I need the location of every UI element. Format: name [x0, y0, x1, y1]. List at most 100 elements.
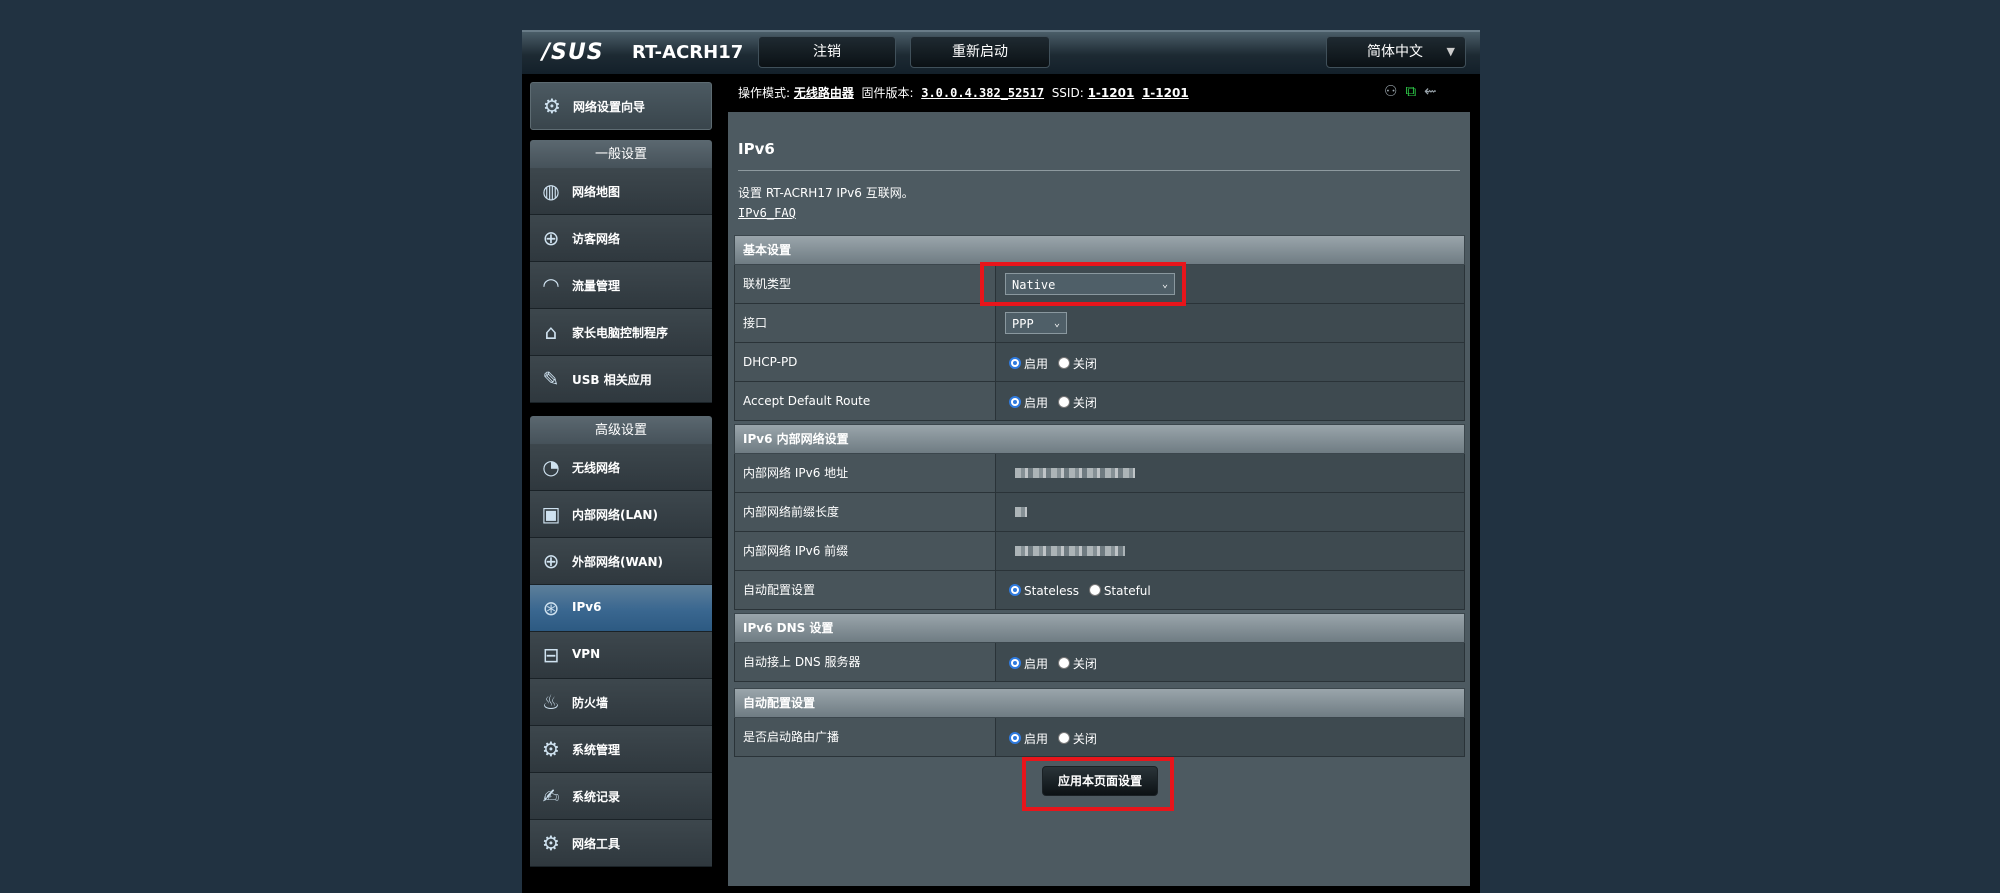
- asus-logo: /SUS: [542, 40, 604, 65]
- sidebar-item-wan[interactable]: ⊕ 外部网络(WAN): [530, 538, 712, 585]
- lan-icon: ▣: [541, 502, 561, 526]
- sidebar-item-label: 系统记录: [572, 790, 621, 804]
- sidebar-item-label: 访客网络: [572, 232, 621, 246]
- auto-dns-enable-radio[interactable]: [1009, 657, 1021, 669]
- sidebar-item-label: 家长电脑控制程序: [572, 326, 669, 340]
- radio-label: 关闭: [1072, 357, 1097, 371]
- sidebar-item-vpn[interactable]: ⊟ VPN: [530, 632, 712, 679]
- radio-label: Stateless: [1024, 584, 1079, 598]
- row-label: 自动配置设置: [735, 571, 996, 609]
- language-select[interactable]: 简体中文 ▼: [1326, 36, 1466, 68]
- section-header: IPv6 内部网络设置: [734, 424, 1465, 454]
- sidebar-item-usb[interactable]: ✎ USB 相关应用: [530, 356, 712, 403]
- sidebar-item-label: 内部网络(LAN): [572, 508, 658, 522]
- sidebar-item-network-map[interactable]: ◍ 网络地图: [530, 168, 712, 215]
- autoconf-settings-section: 自动配置设置 是否启动路由广播 启用 关闭: [734, 688, 1465, 757]
- auto-dns-disable-radio[interactable]: [1057, 657, 1070, 669]
- advanced-settings-header: 高级设置: [530, 416, 712, 444]
- sidebar-item-label: USB 相关应用: [572, 373, 652, 387]
- sidebar-item-label: 系统管理: [572, 743, 621, 757]
- clients-icon[interactable]: ⚇: [1384, 82, 1405, 100]
- row-label: Accept Default Route: [735, 382, 996, 420]
- sidebar-item-label: 外部网络(WAN): [572, 555, 663, 569]
- autoconf-mode-row: 自动配置设置 Stateless Stateful: [734, 571, 1465, 610]
- blurred-value: [1015, 546, 1125, 556]
- sidebar-item-label: 网络设置向导: [573, 100, 646, 114]
- admin-gear-icon: ⚙: [542, 737, 560, 761]
- vpn-icon: ⊟: [542, 643, 560, 667]
- ssid-label: SSID:: [1051, 86, 1084, 100]
- section-header: 基本设置: [734, 235, 1465, 265]
- sidebar-item-firewall[interactable]: ♨ 防火墙: [530, 679, 712, 726]
- guest-network-icon: ⊕: [542, 226, 560, 250]
- caret-down-icon: ▼: [1446, 45, 1455, 58]
- sidebar-item-admin[interactable]: ⚙ 系统管理: [530, 726, 712, 773]
- sidebar-item-lan[interactable]: ▣ 内部网络(LAN): [530, 491, 712, 538]
- accept-route-disable-radio[interactable]: [1057, 396, 1070, 408]
- accept-route-enable-radio[interactable]: [1009, 396, 1021, 408]
- reboot-button[interactable]: 重新启动: [910, 36, 1050, 68]
- chevron-down-icon: ⌄: [1053, 318, 1060, 329]
- page-title: IPv6: [738, 140, 775, 158]
- usb-status-icon[interactable]: ⇜: [1424, 82, 1445, 100]
- title-divider: [738, 170, 1460, 171]
- firmware-link[interactable]: 3.0.0.4.382_52517: [921, 86, 1044, 100]
- ssid-link-2[interactable]: 1-1201: [1142, 86, 1189, 100]
- sidebar-item-label: 网络地图: [572, 185, 621, 199]
- sidebar-item-label: 无线网络: [572, 461, 621, 475]
- lan-addr-row: 内部网络 IPv6 地址: [734, 454, 1465, 493]
- sidebar-item-label: 网络工具: [572, 837, 621, 851]
- logout-button[interactable]: 注销: [758, 36, 896, 68]
- row-label: 内部网络 IPv6 地址: [735, 454, 996, 492]
- model-name: RT-ACRH17: [632, 42, 744, 63]
- general-settings-header: 一般设置: [530, 140, 712, 168]
- stateless-radio[interactable]: [1009, 584, 1021, 596]
- radio-label: Stateful: [1103, 584, 1151, 598]
- usb-icon: ✎: [542, 367, 560, 391]
- auto-dns-row: 自动接上 DNS 服务器 启用 关闭: [734, 643, 1465, 682]
- sidebar-item-label: 防火墙: [572, 696, 609, 710]
- sidebar-item-ipv6[interactable]: ⊛ IPv6: [530, 585, 712, 632]
- ipv6-icon: ⊛: [542, 596, 560, 620]
- interface-row: 接口 PPP ⌄: [734, 304, 1465, 343]
- interface-value: PPP: [1012, 317, 1034, 331]
- ssid-link-1[interactable]: 1-1201: [1088, 86, 1135, 100]
- dhcp-pd-disable-radio[interactable]: [1057, 357, 1070, 369]
- sidebar-item-wizard[interactable]: ⚙ 网络设置向导: [530, 82, 712, 130]
- router-advert-row: 是否启动路由广播 启用 关闭: [734, 718, 1465, 757]
- radio-label: 关闭: [1072, 396, 1097, 410]
- interface-select[interactable]: PPP ⌄: [1005, 312, 1067, 334]
- sidebar-item-traffic[interactable]: ◠ 流量管理: [530, 262, 712, 309]
- router-advert-disable-radio[interactable]: [1057, 732, 1070, 744]
- radio-label: 启用: [1024, 657, 1049, 671]
- ipv6-faq-link[interactable]: IPv6_FAQ: [738, 206, 796, 220]
- blurred-value: [1015, 468, 1135, 478]
- mode-link[interactable]: 无线路由器: [794, 86, 854, 100]
- mode-label: 操作模式:: [738, 86, 791, 100]
- network-map-icon: ◍: [542, 179, 560, 203]
- wireless-icon: ◔: [542, 455, 560, 479]
- network-status-icon[interactable]: ⧉: [1405, 82, 1424, 100]
- radio-label: 关闭: [1072, 732, 1097, 746]
- row-label: 自动接上 DNS 服务器: [735, 643, 996, 681]
- dhcp-pd-enable-radio[interactable]: [1009, 357, 1021, 369]
- sidebar-item-guest-network[interactable]: ⊕ 访客网络: [530, 215, 712, 262]
- lan-prefix-row: 内部网络 IPv6 前缀: [734, 532, 1465, 571]
- log-icon: ✍: [542, 784, 560, 808]
- accept-route-row: Accept Default Route 启用 关闭: [734, 382, 1465, 421]
- highlight-box-conn-type: [980, 262, 1186, 306]
- sidebar-item-label: IPv6: [572, 600, 602, 614]
- sidebar-item-network-tools[interactable]: ⚙ 网络工具: [530, 820, 712, 867]
- radio-label: 启用: [1024, 357, 1049, 371]
- row-label: 是否启动路由广播: [735, 718, 996, 756]
- sidebar-item-label: VPN: [572, 647, 601, 661]
- sidebar-item-wireless[interactable]: ◔ 无线网络: [530, 444, 712, 491]
- sidebar-item-parental[interactable]: ⌂ 家长电脑控制程序: [530, 309, 712, 356]
- section-header: 自动配置设置: [734, 688, 1465, 718]
- sidebar-item-log[interactable]: ✍ 系统记录: [530, 773, 712, 820]
- router-advert-enable-radio[interactable]: [1009, 732, 1021, 744]
- status-icons: ⚇⧉⇜: [1384, 82, 1445, 100]
- stateful-radio[interactable]: [1088, 584, 1101, 596]
- status-bar: 操作模式: 无线路由器 固件版本: 3.0.0.4.382_52517 SSID…: [738, 84, 1189, 101]
- parental-lock-icon: ⌂: [544, 320, 558, 344]
